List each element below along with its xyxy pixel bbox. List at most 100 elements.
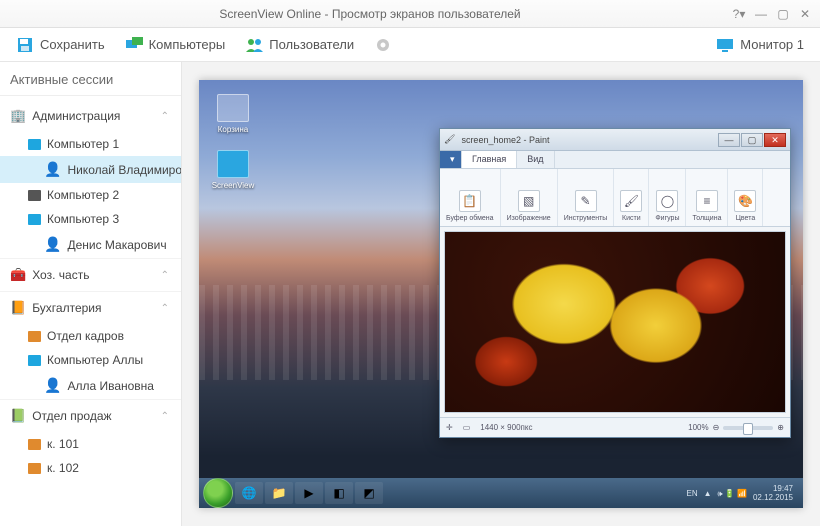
ribbon-icon: ✎ [575, 190, 597, 212]
group-node[interactable]: 📗Отдел продаж⌃ [0, 399, 181, 432]
computer-label: Отдел кадров [47, 329, 124, 343]
group-node[interactable]: 🏢Администрация⌃ [0, 100, 181, 132]
group-node[interactable]: 📙Бухгалтерия⌃ [0, 291, 181, 324]
taskbar-explorer[interactable]: 📁 [265, 482, 293, 504]
zoom-in[interactable]: ⊕ [777, 423, 784, 432]
user-icon: 👤 [44, 236, 61, 253]
user-node[interactable]: 👤Алла Ивановна [0, 372, 181, 399]
monitor-selector[interactable]: Монитор 1 [706, 32, 814, 58]
ribbon-group[interactable]: ≡Толщина [686, 169, 728, 226]
ribbon-icon: 🎨 [734, 190, 756, 212]
window-titlebar: ScreenView Online - Просмотр экранов пол… [0, 0, 820, 28]
zoom-out[interactable]: ⊖ [713, 423, 720, 432]
settings-button[interactable] [364, 32, 402, 58]
selection-icon: ▭ [463, 423, 471, 432]
taskbar-media[interactable]: ▶ [295, 482, 323, 504]
start-button[interactable] [203, 478, 233, 508]
ribbon-label: Буфер обмена [446, 215, 494, 222]
group-node[interactable]: 🧰Хоз. часть⌃ [0, 258, 181, 291]
help-button[interactable]: ?▾ [732, 7, 746, 21]
close-button[interactable]: ✕ [798, 7, 812, 21]
computer-label: Компьютер Аллы [47, 353, 143, 367]
tray-icons[interactable]: 🕪 🔋 📶 [718, 489, 747, 498]
computer-node[interactable]: Компьютер 1 [0, 132, 181, 156]
taskbar-app2[interactable]: ◩ [355, 482, 383, 504]
minimize-button[interactable]: — [754, 7, 768, 21]
computer-node[interactable]: к. 101 [0, 432, 181, 456]
computer-node[interactable]: Отдел кадров [0, 324, 181, 348]
group-icon: 📗 [10, 408, 26, 424]
paint-titlebar[interactable]: 🖌 screen_home2 - Paint — ▢ ✕ [440, 129, 790, 151]
computers-icon [125, 36, 143, 54]
paint-tab-view[interactable]: Вид [517, 151, 554, 168]
paint-title: screen_home2 - Paint [461, 135, 549, 145]
save-icon [16, 36, 34, 54]
main-toolbar: Сохранить Компьютеры Пользователи Монито… [0, 28, 820, 62]
zoom-slider[interactable] [723, 426, 773, 430]
computer-node[interactable]: Компьютер 2 [0, 183, 181, 207]
sidebar-header: Активные сессии [0, 62, 181, 96]
computers-button[interactable]: Компьютеры [115, 32, 236, 58]
ribbon-group[interactable]: ✎ Инструменты [558, 169, 615, 226]
paint-tab-main[interactable]: Главная [462, 151, 517, 168]
user-icon: 👤 [44, 377, 61, 394]
ribbon-group[interactable]: ▧Изображение [501, 169, 558, 226]
ribbon-label: Инструменты [564, 215, 608, 222]
save-button[interactable]: Сохранить [6, 32, 115, 58]
desktop-icon-app[interactable]: ScreenView [211, 150, 255, 190]
chevron-icon: ⌃ [161, 411, 175, 422]
user-icon: 👤 [44, 161, 61, 178]
ribbon-icon: 📋 [459, 190, 481, 212]
computer-node[interactable]: Компьютер Аллы [0, 348, 181, 372]
paint-file-tab[interactable]: ▾ [440, 151, 462, 168]
paint-window[interactable]: 🖌 screen_home2 - Paint — ▢ ✕ ▾ Главная В… [439, 128, 791, 438]
computer-label: к. 101 [47, 437, 79, 451]
user-node[interactable]: 👤 Николай Владимиро... [0, 156, 181, 183]
ribbon-group[interactable]: ◯Фигуры [649, 169, 686, 226]
sessions-tree[interactable]: 🏢 Администрация ⌃ Компьютер 1 👤 Николай Влади… [0, 96, 181, 484]
computer-label: Компьютер 2 [47, 188, 119, 202]
user-node[interactable]: 👤Денис Макарович [0, 231, 181, 258]
ribbon-label: Изображение [507, 215, 551, 222]
computer-node[interactable]: к. 102 [0, 456, 181, 480]
computer-icon [28, 214, 41, 225]
computer-icon [28, 190, 41, 201]
group-label: Хоз. часть [32, 268, 89, 282]
ribbon-icon: ≡ [696, 190, 718, 212]
remote-screen[interactable]: Корзина ScreenView 🖌 screen_home2 - Pain… [199, 80, 803, 508]
users-button[interactable]: Пользователи [235, 32, 364, 58]
computer-node[interactable]: Компьютер 3 [0, 207, 181, 231]
paint-tabs: ▾ Главная Вид [440, 151, 790, 169]
paint-app-icon: 🖌 [444, 134, 455, 145]
ribbon-icon: 🖌 [620, 190, 642, 212]
ribbon-group[interactable]: 🎨 Цвета [728, 169, 763, 226]
paint-close[interactable]: ✕ [764, 133, 786, 147]
tray-flag[interactable]: ▲ [704, 489, 712, 498]
computer-icon [28, 139, 41, 150]
desktop-icon-recycle[interactable]: Корзина [211, 94, 255, 134]
paint-minimize[interactable]: — [718, 133, 740, 147]
user-label: Николай Владимиро... [67, 163, 181, 177]
paint-ribbon: 📋 Буфер обмена ▧Изображение ✎ Инструменты 🖌 Ки… [440, 169, 790, 227]
computer-icon [28, 355, 41, 366]
group-icon: 📙 [10, 300, 26, 316]
paint-canvas[interactable] [444, 231, 786, 413]
ribbon-group[interactable]: 📋 Буфер обмена [440, 169, 501, 226]
system-tray[interactable]: EN ▲ 🕪 🔋 📶 19:47 02.12.2015 [686, 484, 799, 502]
paint-statusbar: ✛ ▭ 1440 × 900пкс 100% ⊖ ⊕ [440, 417, 790, 437]
taskbar-ie[interactable]: 🌐 [235, 482, 263, 504]
ribbon-label: Цвета [736, 215, 756, 222]
paint-maximize[interactable]: ▢ [741, 133, 763, 147]
ribbon-group[interactable]: 🖌 Кисти [614, 169, 649, 226]
canvas-dimensions: 1440 × 900пкс [480, 423, 532, 432]
taskbar-app1[interactable]: ◧ [325, 482, 353, 504]
group-icon: 🧰 [10, 267, 26, 283]
sessions-sidebar: Активные сессии 🏢 Администрация ⌃ Компьютер… [0, 62, 182, 526]
maximize-button[interactable]: ▢ [776, 7, 790, 21]
ribbon-label: Кисти [622, 215, 641, 222]
group-label: Администрация [32, 109, 120, 123]
computer-icon [28, 463, 41, 474]
taskbar[interactable]: 🌐 📁 ▶ ◧ ◩ EN ▲ 🕪 🔋 📶 19:47 02.12.2015 [199, 478, 803, 508]
tray-lang[interactable]: EN [686, 489, 697, 498]
group-icon: 🏢 [10, 108, 26, 124]
